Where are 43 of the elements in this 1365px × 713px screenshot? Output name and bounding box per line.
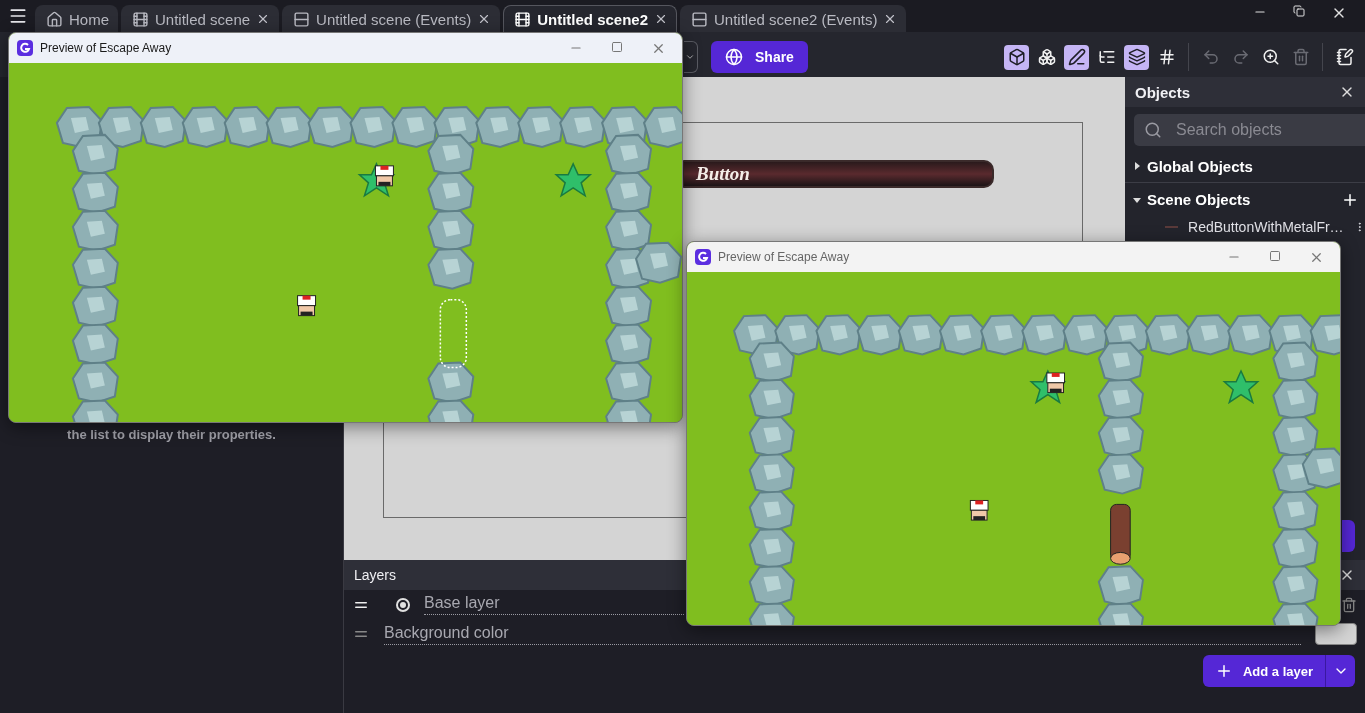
tab-label: Untitled scene2	[537, 10, 649, 28]
film-icon	[132, 10, 149, 28]
editor-tab[interactable]: Untitled scene (Events)	[282, 5, 501, 32]
tab-label: Home	[69, 10, 109, 28]
button-sprite[interactable]: Button	[682, 160, 994, 188]
color-swatch[interactable]	[1315, 623, 1357, 645]
cube-icon[interactable]	[1004, 44, 1029, 70]
add-layer-button[interactable]: Add a layer	[1202, 655, 1325, 687]
share-button[interactable]: Share	[711, 41, 808, 73]
object-group-row[interactable]: Global Objects	[1125, 150, 1365, 183]
properties-hint: the list to display their properties.	[66, 427, 277, 442]
editor-tab[interactable]: Untitled scene2	[503, 5, 678, 32]
film-icon	[514, 10, 532, 28]
maximize-icon[interactable]	[611, 40, 623, 53]
tab-label: Untitled scene2 (Events)	[714, 10, 878, 28]
globe-icon	[725, 48, 743, 66]
rows-icon	[691, 10, 709, 28]
maximize-icon[interactable]	[1269, 249, 1281, 262]
caret-icon	[685, 52, 695, 62]
layer-name[interactable]: Base layer	[424, 594, 684, 615]
tab-label: Untitled scene	[155, 10, 251, 28]
restore-icon[interactable]	[1293, 5, 1305, 17]
panel-title: Layers	[354, 567, 397, 583]
panel-title: Objects	[1135, 83, 1191, 101]
object-item[interactable]: RedButtonWithMetalFr…	[1125, 216, 1365, 238]
pencil-icon[interactable]	[1064, 44, 1089, 70]
layers-icon[interactable]	[1124, 44, 1149, 70]
editor-tab[interactable]: Untitled scene2 (Events)	[680, 5, 907, 32]
app-logo-icon	[695, 249, 711, 265]
radio-icon[interactable]	[396, 597, 410, 612]
rows-icon	[293, 10, 311, 28]
trash-icon[interactable]	[1341, 596, 1357, 613]
search-icon	[1144, 121, 1162, 139]
editor-tab[interactable]: Untitled scene	[121, 5, 280, 32]
window-title: Preview of Escape Away	[40, 41, 173, 55]
app-logo-icon	[17, 40, 33, 56]
window-title: Preview of Escape Away	[718, 250, 851, 264]
object-group-row[interactable]: Scene Objects	[1125, 183, 1365, 216]
home-icon	[46, 10, 63, 28]
tab-label: Untitled scene (Events)	[316, 10, 472, 28]
search-field[interactable]: Search objects	[1134, 114, 1365, 146]
editor-tab[interactable]: Home	[35, 5, 118, 32]
scene-dropdown[interactable]	[684, 41, 698, 73]
